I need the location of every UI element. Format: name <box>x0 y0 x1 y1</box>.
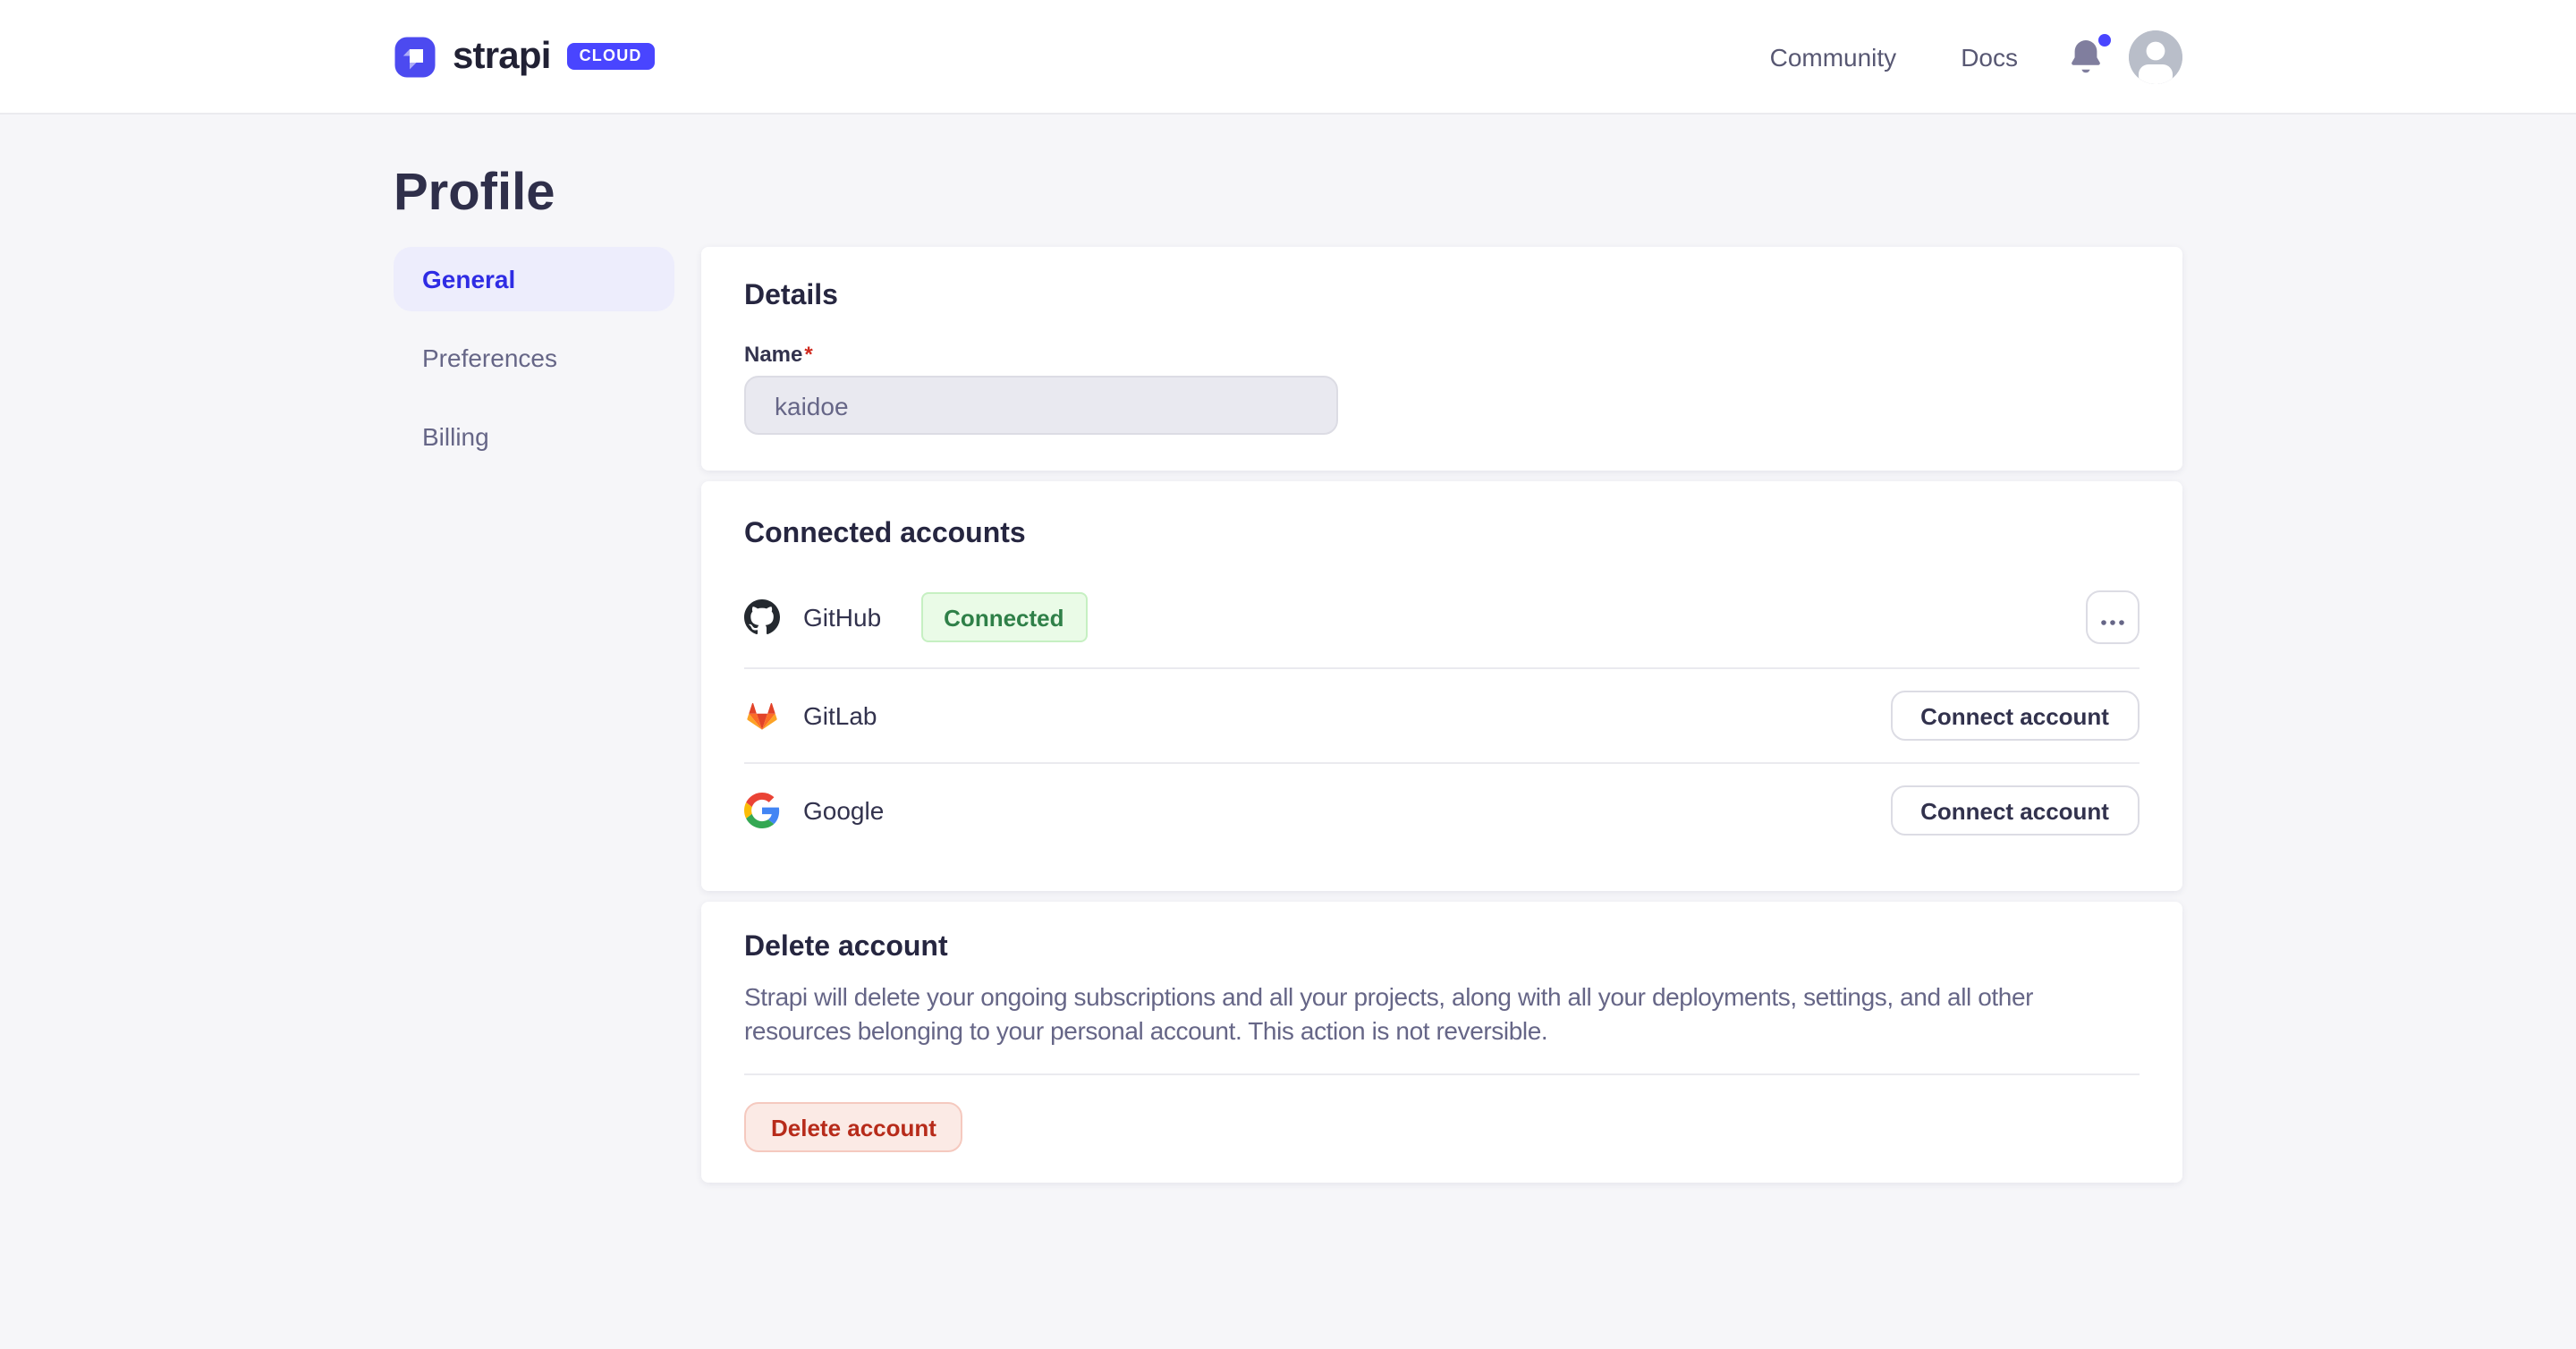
connected-accounts-card: Connected accounts GitHub Connected <box>701 481 2182 891</box>
required-asterisk: * <box>804 342 812 367</box>
details-card: Details Name* <box>701 247 2182 471</box>
notification-dot <box>2098 33 2111 46</box>
divider <box>744 1073 2140 1075</box>
brand-wordmark: strapi <box>453 35 551 78</box>
header-nav: Community Docs <box>1706 30 2182 83</box>
gitlab-connect-button[interactable]: Connect account <box>1890 691 2140 741</box>
github-icon <box>744 599 780 635</box>
delete-account-card: Delete account Strapi will delete your o… <box>701 902 2182 1183</box>
account-row-google: Google Connect account <box>744 762 2140 857</box>
sidebar-item-preferences[interactable]: Preferences <box>394 326 674 390</box>
sidebar-item-billing[interactable]: Billing <box>394 404 674 469</box>
provider-name: GitHub <box>803 603 881 632</box>
provider-name: GitLab <box>803 701 877 730</box>
name-label: Name* <box>744 342 2140 367</box>
delete-account-description: Strapi will delete your ongoing subscrip… <box>744 980 2140 1048</box>
main-content: Profile General Preferences Billing Deta… <box>394 163 2182 1183</box>
name-input[interactable] <box>744 376 1338 435</box>
avatar[interactable] <box>2129 30 2182 83</box>
cards-column: Details Name* Connected accounts <box>701 247 2182 1183</box>
nav-docs[interactable]: Docs <box>1961 42 2018 71</box>
sidebar-item-general[interactable]: General <box>394 247 674 311</box>
delete-account-button[interactable]: Delete account <box>744 1102 963 1152</box>
gitlab-icon <box>744 698 780 734</box>
google-icon <box>744 793 780 828</box>
bell-icon <box>2068 55 2104 81</box>
notifications-button[interactable] <box>2068 37 2104 76</box>
strapi-cloud-logo[interactable]: strapi CLOUD <box>394 35 655 78</box>
strapi-logo-mark-icon <box>394 35 436 78</box>
account-row-gitlab: GitLab Connect account <box>744 667 2140 762</box>
strapi-cloud-profile-page: strapi CLOUD Community Docs <box>0 0 2576 1349</box>
profile-sidebar: General Preferences Billing <box>394 247 674 469</box>
page-title: Profile <box>394 163 2182 224</box>
user-silhouette-icon <box>2129 62 2182 83</box>
github-options-button[interactable] <box>2086 590 2140 644</box>
cloud-badge: CLOUD <box>567 43 655 70</box>
google-connect-button[interactable]: Connect account <box>1890 785 2140 836</box>
nav-community[interactable]: Community <box>1770 42 1897 71</box>
account-row-github: GitHub Connected <box>744 567 2140 667</box>
top-nav: strapi CLOUD Community Docs <box>0 0 2576 115</box>
provider-name: Google <box>803 796 884 825</box>
connected-accounts-title: Connected accounts <box>744 517 2140 553</box>
details-title: Details <box>744 279 2140 315</box>
ellipsis-icon <box>2100 604 2125 631</box>
connected-status-badge: Connected <box>920 592 1087 642</box>
delete-account-title: Delete account <box>744 930 2140 966</box>
